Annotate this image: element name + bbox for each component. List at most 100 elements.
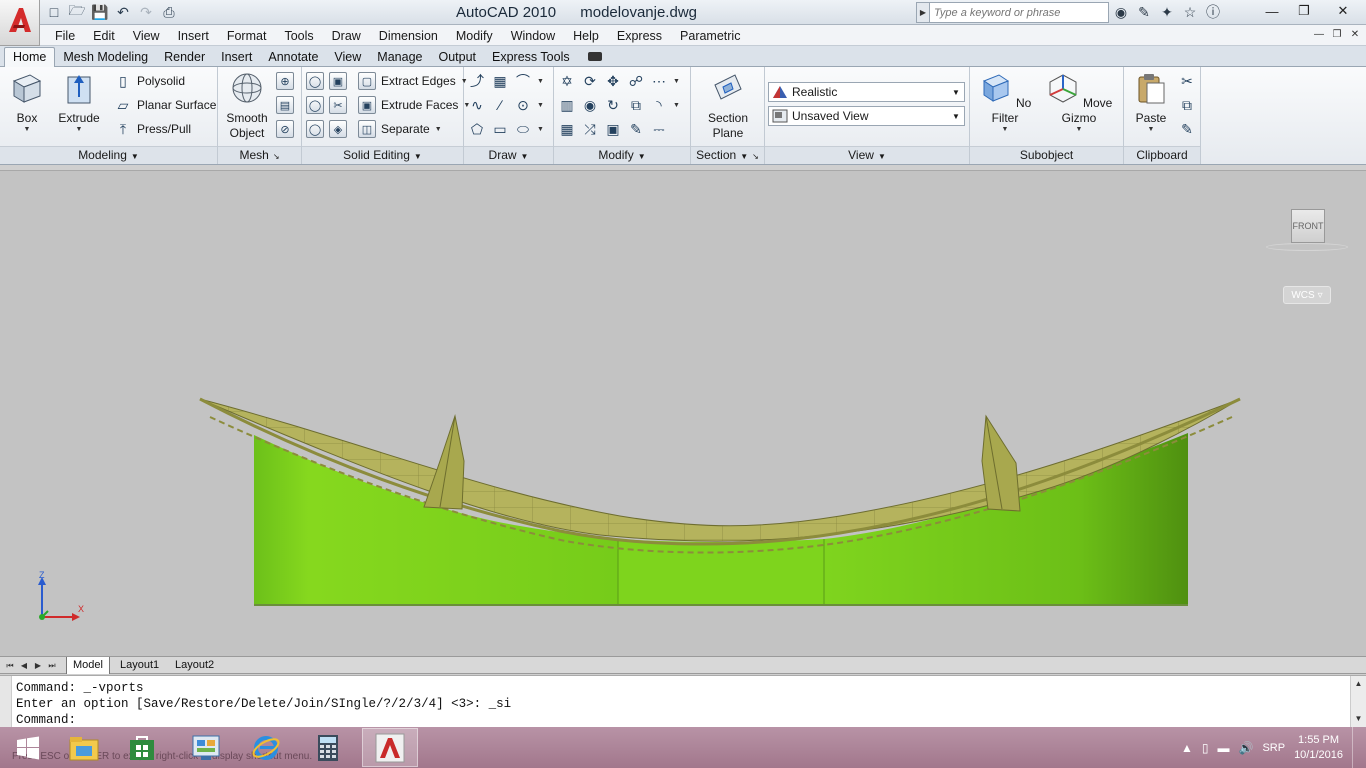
menu-draw[interactable]: Draw — [323, 29, 370, 43]
menu-tools[interactable]: Tools — [275, 29, 322, 43]
command-line[interactable]: Command: _-vports Enter an option [Save/R… — [0, 675, 1366, 727]
save-icon[interactable]: 💾 — [90, 2, 110, 22]
copy-icon[interactable]: ⧉ — [627, 96, 645, 114]
slice-icon[interactable]: ▣ — [329, 72, 347, 90]
layout-tab-layout1[interactable]: Layout1 — [114, 657, 165, 674]
doc-restore-button[interactable]: ❐ — [1330, 27, 1344, 42]
menu-dimension[interactable]: Dimension — [370, 29, 447, 43]
search-expand-icon[interactable]: ▶ — [917, 3, 930, 22]
3d-scale-icon[interactable]: ⤮ — [581, 120, 599, 138]
menu-express[interactable]: Express — [608, 29, 671, 43]
layout-tab-model[interactable]: Model — [66, 657, 110, 674]
hatch-icon[interactable]: ▦ — [491, 72, 509, 90]
press-pull-button[interactable]: ⤒ Press/Pull — [114, 118, 191, 140]
line-icon[interactable]: ⤴ — [468, 72, 486, 90]
copy-clip-icon[interactable]: ⧉ — [1178, 96, 1196, 114]
tab-output[interactable]: Output — [430, 48, 484, 67]
layout-tab-layout2[interactable]: Layout2 — [169, 657, 220, 674]
satellite-icon[interactable]: ✦ — [1158, 3, 1176, 21]
menu-view[interactable]: View — [124, 29, 169, 43]
tab-insert[interactable]: Insert — [213, 48, 260, 67]
menu-edit[interactable]: Edit — [84, 29, 124, 43]
drawing-viewport[interactable]: FRONT WCS ▿ Z X — [0, 170, 1366, 656]
tray-expand-icon[interactable]: ▲ — [1181, 741, 1193, 755]
menu-modify[interactable]: Modify — [447, 29, 502, 43]
polygon-icon[interactable]: ⬠ — [468, 120, 486, 138]
match-properties-icon[interactable]: ✎ — [627, 120, 645, 138]
menu-window[interactable]: Window — [502, 29, 564, 43]
undo-icon[interactable]: ↶ — [113, 2, 133, 22]
windows-start-icon[interactable] — [0, 728, 56, 767]
tab-manage[interactable]: Manage — [369, 48, 430, 67]
file-explorer-icon[interactable] — [56, 728, 112, 767]
3d-model[interactable] — [0, 171, 1366, 657]
union-icon[interactable]: ◯ — [306, 72, 324, 90]
box-button[interactable]: Box ▼ — [6, 71, 48, 134]
clock[interactable]: 1:55 PM 10/1/2016 — [1294, 733, 1343, 763]
panel-mesh-label[interactable]: Mesh ↘ — [218, 146, 301, 164]
circle-icon[interactable]: ⊙ — [514, 96, 532, 114]
star-icon[interactable]: ☆ — [1181, 3, 1199, 21]
volume-icon[interactable]: 🔊 — [1238, 741, 1253, 755]
maximize-button[interactable]: ❐ — [1288, 0, 1320, 22]
mesh-crease-icon[interactable]: ⊘ — [276, 120, 294, 138]
prev-layout-icon[interactable]: ◀ — [18, 659, 30, 672]
new-icon[interactable]: □ — [44, 2, 64, 22]
rectangle-icon[interactable]: ▭ — [491, 120, 509, 138]
control-panel-icon[interactable] — [178, 728, 234, 767]
viewcube-compass-ring[interactable] — [1266, 243, 1348, 251]
panel-solid-editing-label[interactable]: Solid Editing ▼ — [302, 146, 463, 164]
first-layout-icon[interactable]: ⏮ — [4, 659, 16, 672]
thicken-icon[interactable]: ✂ — [329, 96, 347, 114]
plot-icon[interactable]: ⎙ — [159, 2, 179, 22]
store-icon[interactable] — [114, 728, 170, 767]
move-gizmo-button[interactable]: Move Gizmo ▼ — [1042, 71, 1116, 134]
device-icon[interactable]: ▯ — [1202, 741, 1209, 755]
viewcube[interactable]: FRONT — [1266, 209, 1348, 255]
language-indicator[interactable]: SRP — [1262, 742, 1285, 754]
tab-express-tools[interactable]: Express Tools — [484, 48, 578, 67]
menu-format[interactable]: Format — [218, 29, 276, 43]
panel-modeling-label[interactable]: Modeling ▼ — [0, 146, 217, 164]
trim-icon[interactable]: ⋯ — [650, 72, 668, 90]
internet-explorer-icon[interactable] — [238, 728, 294, 767]
ribbon-minimize-icon[interactable] — [587, 52, 602, 61]
visual-style-dropdown[interactable]: Realistic ▼ — [768, 82, 965, 102]
tab-home[interactable]: Home — [4, 47, 56, 67]
3d-array-icon[interactable]: ◉ — [581, 96, 599, 114]
search-input[interactable] — [930, 6, 1100, 19]
tab-annotate[interactable]: Annotate — [260, 48, 326, 67]
communication-icon[interactable]: ✎ — [1135, 3, 1153, 21]
panel-draw-label[interactable]: Draw ▼ — [464, 146, 553, 164]
binoculars-icon[interactable]: ◉ — [1112, 3, 1130, 21]
redo-icon[interactable]: ↷ — [136, 2, 156, 22]
command-prompt[interactable]: Command: — [16, 712, 511, 728]
named-view-dropdown[interactable]: Unsaved View ▼ — [768, 106, 965, 126]
show-desktop-button[interactable] — [1352, 727, 1358, 768]
match-prop-icon[interactable]: ✎ — [1178, 120, 1196, 138]
network-icon[interactable]: ▬ — [1217, 741, 1229, 755]
align-icon[interactable]: ☍ — [627, 72, 645, 90]
3d-mirror-icon[interactable]: ▥ — [558, 96, 576, 114]
panel-section-label[interactable]: Section ▼ ↘ — [691, 146, 764, 164]
minimize-button[interactable]: — — [1256, 0, 1288, 22]
next-layout-icon[interactable]: ▶ — [32, 659, 44, 672]
imprint-icon[interactable]: ◈ — [329, 120, 347, 138]
doc-minimize-button[interactable]: — — [1312, 27, 1326, 42]
fillet-icon[interactable]: ◝ — [650, 96, 668, 114]
scroll-down-icon[interactable]: ▼ — [1351, 711, 1366, 727]
menu-insert[interactable]: Insert — [169, 29, 218, 43]
extrude-faces-button[interactable]: ▣ Extrude Faces ▼ — [358, 94, 470, 116]
mesh-refine-icon[interactable]: ▤ — [276, 96, 294, 114]
last-layout-icon[interactable]: ⏭ — [46, 659, 58, 672]
doc-close-button[interactable]: ✕ — [1348, 27, 1362, 42]
spline-icon[interactable]: ∿ — [468, 96, 486, 114]
no-filter-button[interactable]: No Filter ▼ — [978, 71, 1032, 134]
arc-icon[interactable]: ⌒ — [514, 72, 532, 90]
scroll-up-icon[interactable]: ▲ — [1351, 676, 1366, 692]
smooth-object-button[interactable]: Smooth Object — [222, 71, 272, 141]
open-icon[interactable]: 🗁 — [67, 2, 87, 22]
command-scrollbar[interactable]: ▲ ▼ — [1350, 676, 1366, 727]
scale-icon[interactable]: ▣ — [604, 120, 622, 138]
menu-file[interactable]: File — [46, 29, 84, 43]
